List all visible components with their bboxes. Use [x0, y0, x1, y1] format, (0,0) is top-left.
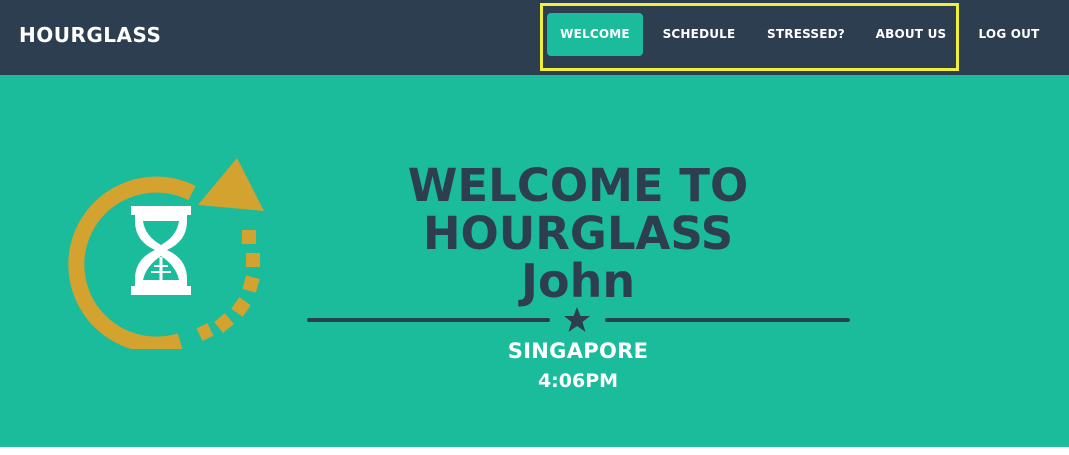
- divider-line-right: [605, 318, 850, 322]
- welcome-title-line1: WELCOME TO: [407, 159, 749, 212]
- divider-line-left: [307, 318, 550, 322]
- star-icon: [564, 307, 590, 332]
- nav-item-stressed[interactable]: STRESSED?: [755, 13, 857, 56]
- nav-item-about-us[interactable]: ABOUT US: [865, 13, 957, 56]
- welcome-title: WELCOME TO HOURGLASS: [300, 162, 856, 258]
- top-navbar: HOURGLASS WELCOME SCHEDULE STRESSED? ABO…: [0, 0, 1069, 75]
- nav-item-schedule[interactable]: SCHEDULE: [651, 13, 747, 56]
- nav-item-welcome[interactable]: WELCOME: [547, 13, 643, 56]
- brand-logo-text[interactable]: HOURGLASS: [19, 23, 161, 47]
- time-label: 4:06PM: [537, 370, 619, 392]
- hourglass-refresh-icon: [68, 158, 264, 349]
- hero-section: WELCOME TO HOURGLASS John SINGAPORE 4:06…: [0, 75, 1069, 447]
- user-name: John: [520, 254, 636, 308]
- nav-item-log-out[interactable]: LOG OUT: [967, 13, 1051, 56]
- welcome-title-line2: HOURGLASS: [422, 207, 734, 260]
- city-label: SINGAPORE: [507, 339, 649, 363]
